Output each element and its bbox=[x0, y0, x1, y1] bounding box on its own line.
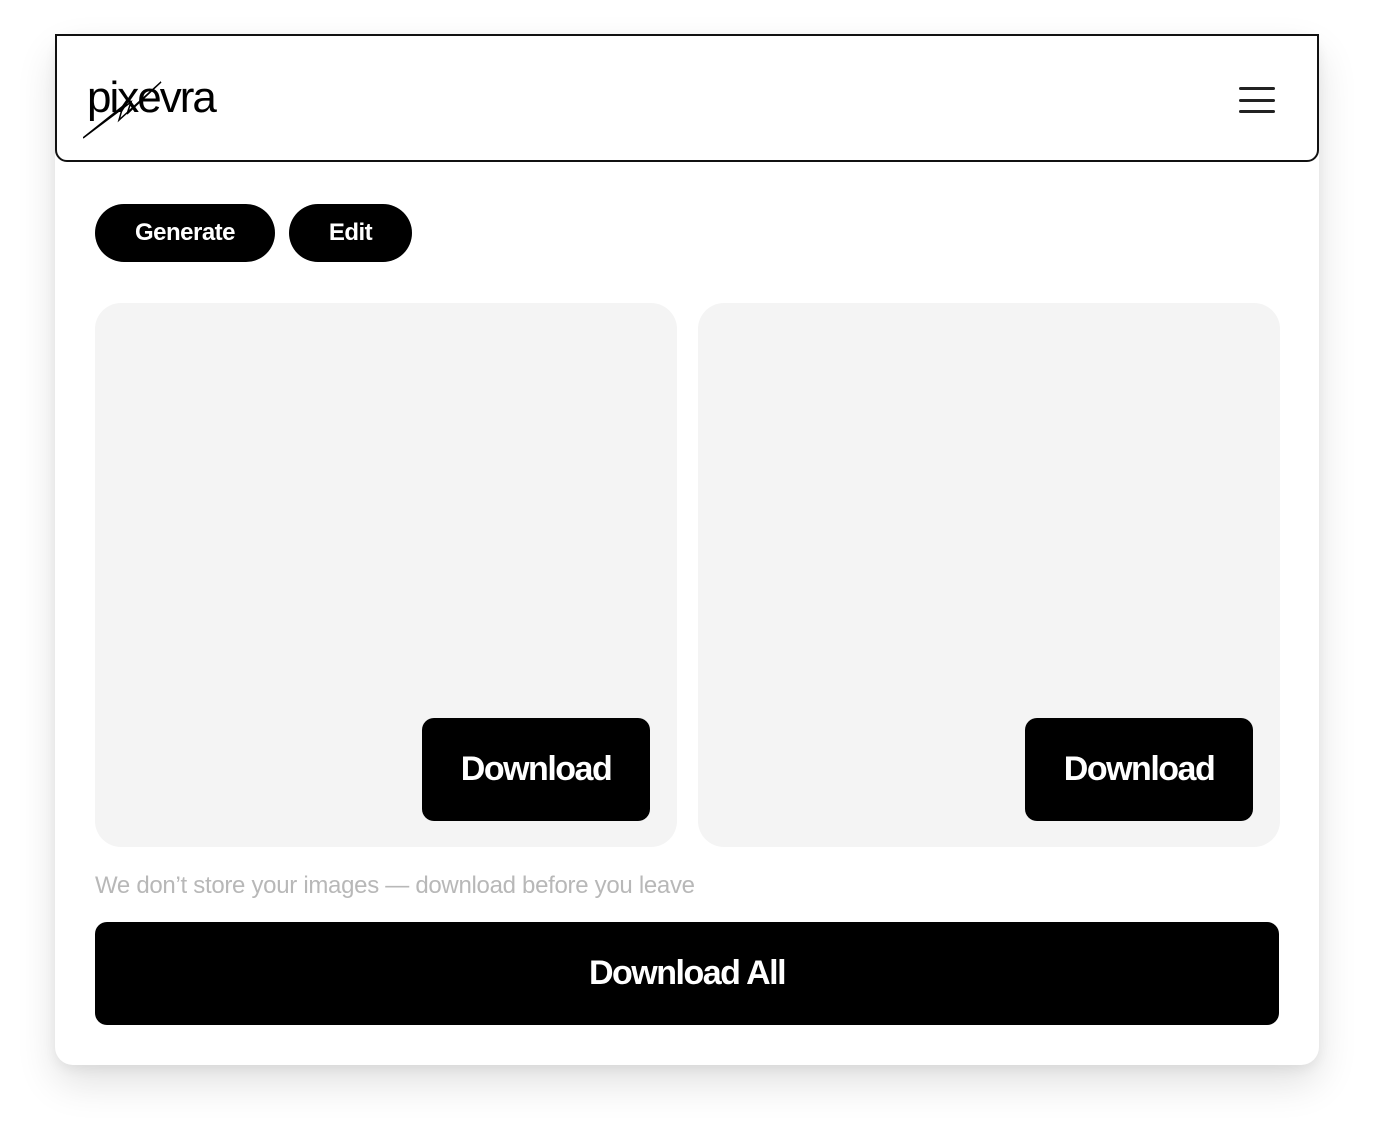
logo-lightning-mark-icon bbox=[83, 81, 162, 139]
app-card: pixevra Generate Edit Download Download … bbox=[55, 34, 1319, 1065]
logo[interactable]: pixevra bbox=[83, 76, 233, 146]
hamburger-menu-icon[interactable] bbox=[1237, 84, 1277, 116]
download-button[interactable]: Download bbox=[1025, 718, 1253, 821]
image-panels: Download Download bbox=[95, 303, 1280, 847]
tab-edit[interactable]: Edit bbox=[289, 204, 412, 262]
image-panel: Download bbox=[95, 303, 677, 847]
download-all-button[interactable]: Download All bbox=[95, 922, 1279, 1025]
tab-generate[interactable]: Generate bbox=[95, 204, 275, 262]
app-header: pixevra bbox=[55, 34, 1319, 162]
image-panel: Download bbox=[698, 303, 1280, 847]
mode-tabs: Generate Edit bbox=[95, 204, 412, 262]
download-button[interactable]: Download bbox=[422, 718, 650, 821]
storage-notice: We don’t store your images — download be… bbox=[95, 872, 695, 899]
